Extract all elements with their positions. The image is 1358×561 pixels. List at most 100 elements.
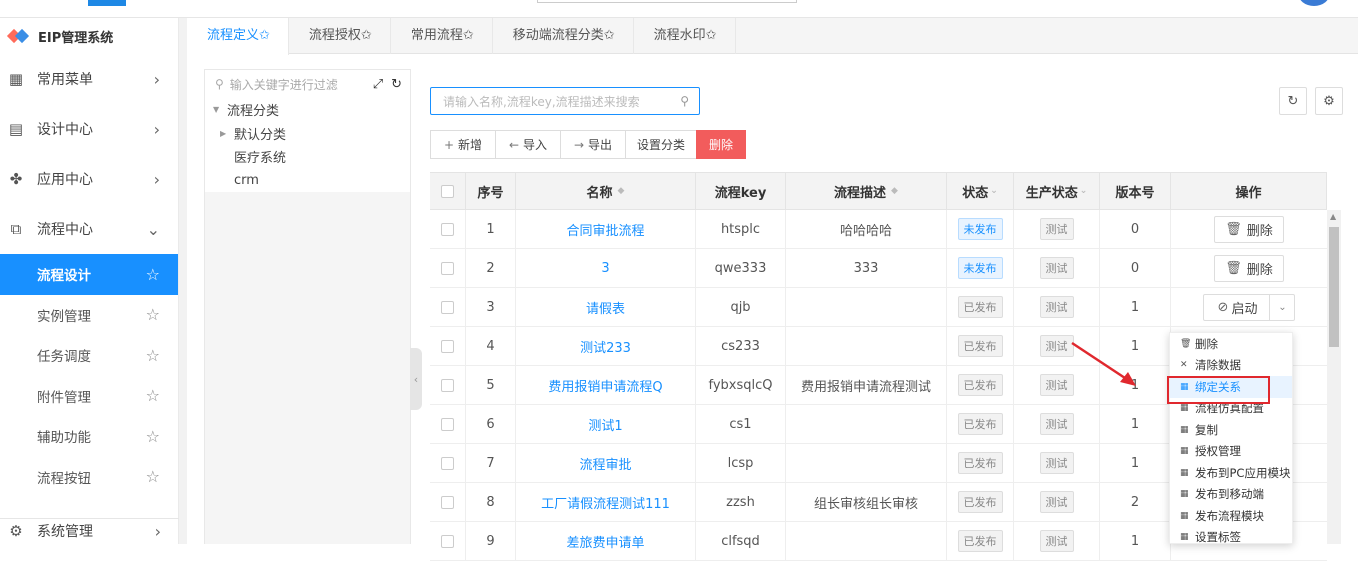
chevron-right-icon: › xyxy=(154,521,161,541)
header-select-all[interactable] xyxy=(430,173,466,209)
filter-caret-icon[interactable]: ⌄ xyxy=(990,186,998,196)
row-name-link[interactable]: 工厂请假流程测试111 xyxy=(541,493,670,512)
star-icon[interactable]: ☆ xyxy=(146,265,160,284)
checkbox[interactable] xyxy=(441,300,454,314)
delete-button[interactable]: 删除 xyxy=(696,130,746,159)
row-name-link[interactable]: 测试1 xyxy=(588,415,622,434)
checkbox[interactable] xyxy=(441,417,454,431)
row-name-link[interactable]: 流程审批 xyxy=(579,454,631,473)
tree-node-crm[interactable]: crm xyxy=(205,169,410,193)
row-name-link[interactable]: 测试233 xyxy=(580,337,631,356)
star-icon[interactable]: ☆ xyxy=(146,346,160,365)
checkbox[interactable] xyxy=(441,184,454,198)
checkbox[interactable] xyxy=(441,456,454,470)
sidebar-subitem-attachments[interactable]: 附件管理 ☆ xyxy=(0,376,178,417)
checkbox[interactable] xyxy=(441,261,454,275)
chevron-down-icon[interactable]: ⌄ xyxy=(1270,295,1294,320)
star-icon[interactable]: ☆ xyxy=(146,305,160,324)
settings-button[interactable]: ⚙ xyxy=(1315,87,1343,115)
sidebar-subitem-instance[interactable]: 实例管理 ☆ xyxy=(0,295,178,336)
header-status[interactable]: 状态 ⌄ xyxy=(947,173,1014,209)
row-name-link[interactable]: 合同审批流程 xyxy=(566,220,644,239)
refresh-icon[interactable]: ↻ xyxy=(391,77,402,92)
tab-flow-watermark[interactable]: 流程水印✩ xyxy=(634,18,736,54)
sidebar-item-app-center[interactable]: ✤ 应用中心 › xyxy=(0,154,178,204)
star-icon[interactable]: ☆ xyxy=(146,427,160,446)
menu-item-publish-pc[interactable]: ▦ 发布到PC应用模块 xyxy=(1170,462,1292,484)
sidebar-item-common-menu[interactable]: ▦ 常用菜单 › xyxy=(0,54,178,104)
sort-icon[interactable]: ◆ xyxy=(618,186,625,196)
tab-common-flows[interactable]: 常用流程✩ xyxy=(391,18,493,54)
header-prod-status[interactable]: 生产状态 ⌄ xyxy=(1014,173,1100,209)
tree-node-root[interactable]: ▼ 流程分类 xyxy=(205,98,410,122)
row-checkbox-cell[interactable] xyxy=(430,483,466,521)
sidebar-item-design-center[interactable]: ▤ 设计中心 › xyxy=(0,104,178,154)
tab-flow-authorization[interactable]: 流程授权✩ xyxy=(289,18,391,54)
scroll-up-icon[interactable]: ▲ xyxy=(1330,212,1336,221)
table-row[interactable]: 2 3 qwe333 333 未发布 测试 0 🗑 删除 xyxy=(430,249,1327,288)
sidebar-item-system[interactable]: ⚙ 系统管理 › xyxy=(0,506,179,556)
sidebar-subitem-task-schedule[interactable]: 任务调度 ☆ xyxy=(0,335,178,376)
avatar[interactable] xyxy=(1298,0,1330,6)
star-icon[interactable]: ☆ xyxy=(146,386,160,405)
add-button[interactable]: + 新增 xyxy=(430,130,496,159)
row-name-link[interactable]: 费用报销申请流程Q xyxy=(548,376,662,395)
brand: EIP管理系统 xyxy=(0,18,178,54)
sort-icon[interactable]: ◆ xyxy=(891,186,898,196)
row-name-link[interactable]: 差旅费申请单 xyxy=(566,532,644,551)
search-input[interactable]: 请输入名称,流程key,流程描述来搜索 ⚲ xyxy=(430,87,700,115)
header-search-box[interactable] xyxy=(537,0,797,3)
menu-item-publish-mobile[interactable]: ▦ 发布到移动端 xyxy=(1170,484,1292,506)
export-button[interactable]: → 导出 xyxy=(560,130,626,159)
collapse-panel-handle[interactable]: ‹ xyxy=(410,348,422,410)
expand-icon[interactable]: ⤢ xyxy=(373,77,383,92)
menu-item-set-tags[interactable]: ▦ 设置标签 xyxy=(1170,527,1292,549)
table-row[interactable]: 1 合同审批流程 htsplc 哈哈哈哈 未发布 测试 0 🗑 删除 xyxy=(430,210,1327,249)
header-name[interactable]: 名称 ◆ xyxy=(516,173,696,209)
table-row[interactable]: 3 请假表 qjb 已发布 测试 1 ⊘ 启动 ⌄ xyxy=(430,288,1327,327)
row-name-link[interactable]: 3 xyxy=(601,261,609,276)
tab-flow-definition[interactable]: 流程定义✩ xyxy=(187,18,289,55)
checkbox[interactable] xyxy=(441,534,454,548)
menu-item-publish-module[interactable]: ▦ 发布流程模块 xyxy=(1170,505,1292,527)
sidebar-subitem-aux[interactable]: 辅助功能 ☆ xyxy=(0,416,178,457)
sidebar-subitem-flow-design[interactable]: 流程设计 ☆ xyxy=(0,254,178,295)
menu-item-delete[interactable]: 🗑 删除 xyxy=(1170,333,1292,355)
row-start-split-button[interactable]: ⊘ 启动 ⌄ xyxy=(1202,293,1296,321)
menu-item-auth-manage[interactable]: ▦ 授权管理 xyxy=(1170,441,1292,463)
menu-item-copy[interactable]: ▦ 复制 xyxy=(1170,419,1292,441)
search-icon[interactable]: ⚲ xyxy=(680,94,689,108)
row-name-link[interactable]: 请假表 xyxy=(586,298,625,317)
tree-node-medical[interactable]: 医疗系统 xyxy=(205,145,410,169)
tree-node-default[interactable]: ▶ 默认分类 xyxy=(205,122,410,146)
filter-caret-icon[interactable]: ⌄ xyxy=(1080,186,1088,196)
checkbox[interactable] xyxy=(441,378,454,392)
import-button[interactable]: ← 导入 xyxy=(495,130,561,159)
set-category-button[interactable]: 设置分类 xyxy=(625,130,697,159)
row-checkbox-cell[interactable] xyxy=(430,405,466,443)
table-scrollbar[interactable]: ▲ xyxy=(1327,210,1341,544)
row-checkbox-cell[interactable] xyxy=(430,366,466,404)
refresh-button[interactable]: ↻ xyxy=(1279,87,1307,115)
row-checkbox-cell[interactable] xyxy=(430,249,466,287)
row-checkbox-cell[interactable] xyxy=(430,444,466,482)
row-start-button[interactable]: ⊘ 启动 xyxy=(1204,294,1271,320)
row-checkbox-cell[interactable] xyxy=(430,288,466,326)
sidebar-item-flow-center[interactable]: ⧉ 流程中心 ⌄ xyxy=(0,204,178,254)
tree-filter-input[interactable]: ⚲ 输入关键字进行过滤 ⤢ ↻ xyxy=(205,70,410,98)
header-desc[interactable]: 流程描述 ◆ xyxy=(786,173,947,209)
menu-item-clear-data[interactable]: ✕ 清除数据 xyxy=(1170,355,1292,377)
row-delete-button[interactable]: 🗑 删除 xyxy=(1214,254,1284,282)
scroll-thumb[interactable] xyxy=(1329,227,1339,347)
row-checkbox-cell[interactable] xyxy=(430,210,466,248)
sidebar-subitem-flow-buttons[interactable]: 流程按钮 ☆ xyxy=(0,457,178,498)
checkbox[interactable] xyxy=(441,339,454,353)
checkbox[interactable] xyxy=(441,495,454,509)
tab-mobile-categories[interactable]: 移动端流程分类✩ xyxy=(493,18,634,54)
row-checkbox-cell[interactable] xyxy=(430,327,466,365)
row-checkbox-cell[interactable] xyxy=(430,522,466,560)
row-delete-button[interactable]: 🗑 删除 xyxy=(1214,215,1284,243)
prod-status-badge: 测试 xyxy=(1039,218,1074,240)
checkbox[interactable] xyxy=(441,222,454,236)
star-icon[interactable]: ☆ xyxy=(146,467,160,486)
